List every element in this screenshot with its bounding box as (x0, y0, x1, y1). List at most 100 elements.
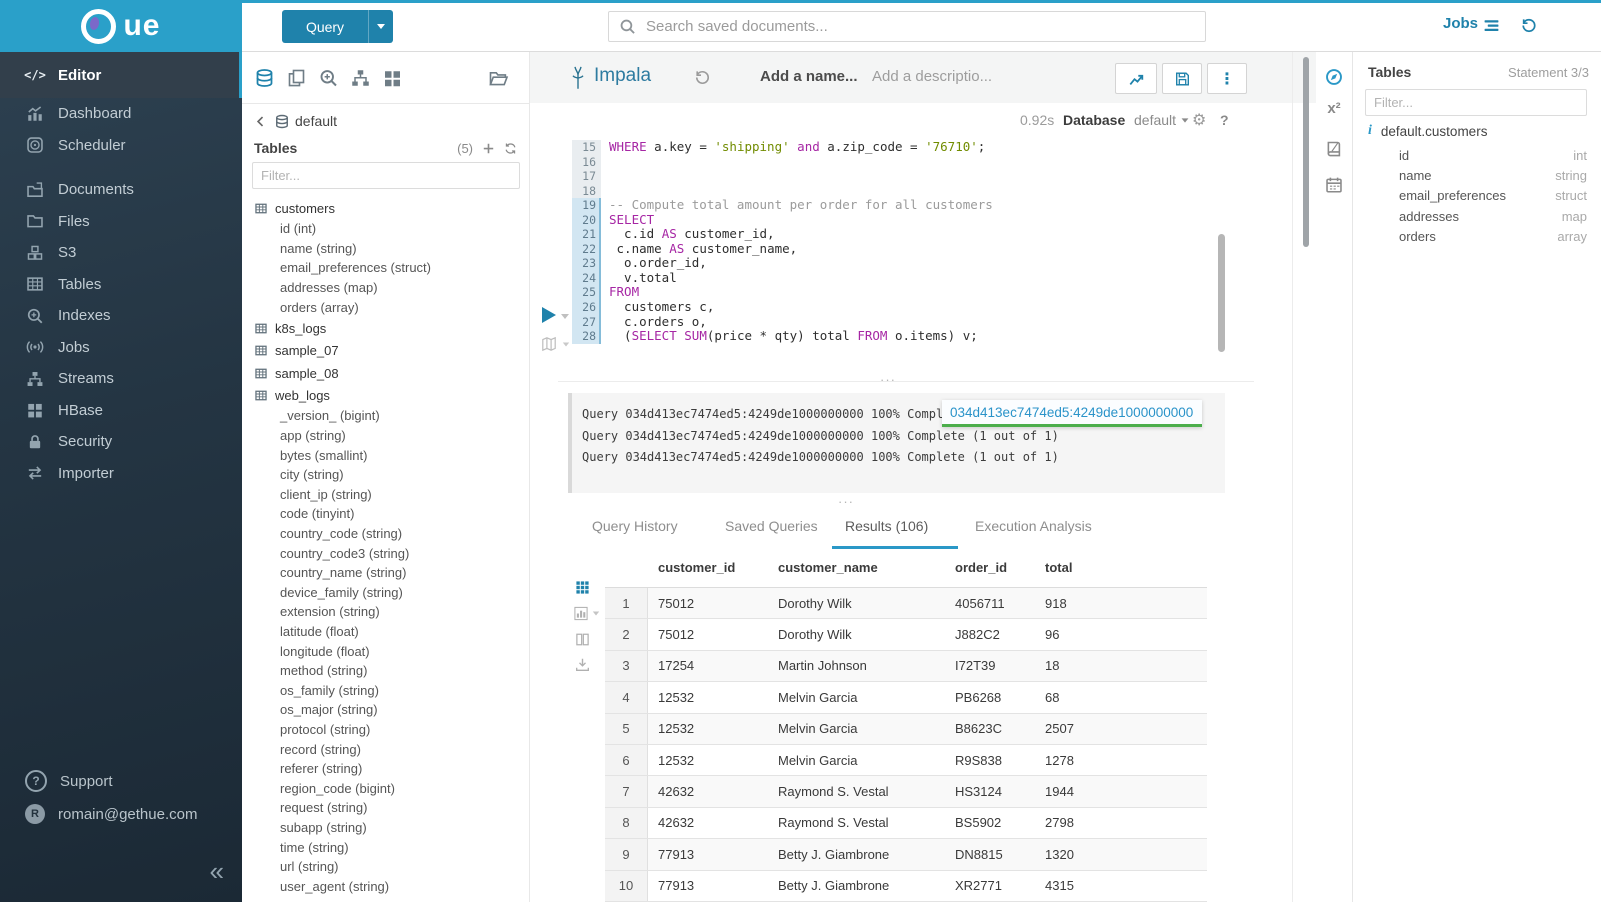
column-entry[interactable]: _version_ (bigint) (254, 406, 529, 426)
tab-results-106[interactable]: Results (106) (845, 518, 928, 534)
column-entry[interactable]: method (string) (254, 661, 529, 681)
table-row[interactable]: 412532Melvin GarciaPB626868 (605, 682, 1207, 713)
database-source-icon[interactable] (254, 68, 275, 88)
columns-view-icon[interactable] (575, 632, 590, 647)
table-entry[interactable]: customers (254, 197, 529, 219)
table-entry[interactable]: sample_07 (254, 340, 529, 362)
table-entry[interactable]: sample_08 (254, 362, 529, 384)
column-entry[interactable]: subapp (string) (254, 818, 529, 838)
search-input[interactable] (644, 17, 1205, 36)
explain-button[interactable] (540, 336, 570, 352)
column-entry[interactable]: bytes (smallint) (254, 446, 529, 466)
sidebar-item-files[interactable]: Files (0, 206, 242, 238)
column-entry[interactable]: city (string) (254, 465, 529, 485)
column-entry[interactable]: user_agent (string) (254, 877, 529, 897)
help-button[interactable]: ? (1220, 112, 1229, 128)
column-entry[interactable]: code (tinyint) (254, 504, 529, 524)
right-column-entry[interactable]: namestring (1399, 165, 1587, 185)
table-row[interactable]: 612532Melvin GarciaR9S8381278 (605, 745, 1207, 776)
column-header[interactable]: customer_name (768, 560, 945, 575)
jobs-list-icon[interactable] (1482, 17, 1501, 34)
sidebar-item-dashboard[interactable]: Dashboard (0, 98, 242, 130)
active-table-entry[interactable]: i default.customers (1368, 123, 1487, 139)
folder-open-icon[interactable] (488, 68, 509, 88)
right-column-entry[interactable]: email_preferencesstruct (1399, 186, 1587, 206)
sidebar-item-importer[interactable]: Importer (0, 458, 242, 490)
assist-language-docs-icon[interactable] (1325, 140, 1343, 158)
gear-icon[interactable]: ⚙ (1192, 110, 1206, 130)
table-row[interactable]: 512532Melvin GarciaB8623C2507 (605, 714, 1207, 745)
column-entry[interactable]: country_code3 (string) (254, 544, 529, 564)
documents-source-icon[interactable] (286, 68, 307, 88)
database-selector[interactable]: default (1134, 112, 1189, 128)
table-row[interactable]: 742632Raymond S. VestalHS31241944 (605, 776, 1207, 807)
sitemap-source-icon[interactable] (350, 68, 371, 88)
search-plus-icon[interactable] (318, 68, 339, 88)
sidebar-item-editor[interactable]: </>Editor (0, 52, 242, 98)
assist-schedule-icon[interactable] (1325, 176, 1343, 194)
sidebar-item-security[interactable]: Security (0, 426, 242, 458)
chart-button[interactable] (1115, 63, 1157, 94)
sidebar-item-documents[interactable]: Documents (0, 174, 242, 206)
column-entry[interactable]: latitude (float) (254, 622, 529, 642)
column-entry[interactable]: country_code (string) (254, 524, 529, 544)
column-entry[interactable]: referer (string) (254, 759, 529, 779)
table-row[interactable]: 275012Dorothy WilkJ882C296 (605, 619, 1207, 650)
column-entry[interactable]: device_family (string) (254, 583, 529, 603)
resize-handle[interactable]: ··· (838, 495, 854, 508)
column-entry[interactable]: protocol (string) (254, 720, 529, 740)
column-entry[interactable]: extension (string) (254, 602, 529, 622)
table-row[interactable]: 842632Raymond S. VestalBS59022798 (605, 808, 1207, 839)
right-column-entry[interactable]: ordersarray (1399, 227, 1587, 247)
column-entry[interactable]: email_preferences (struct) (254, 258, 529, 278)
run-options-caret-icon[interactable] (561, 314, 569, 319)
column-entry[interactable]: record (string) (254, 740, 529, 760)
query-name-field[interactable]: Add a name... (760, 68, 858, 85)
column-header[interactable]: total (1035, 560, 1207, 575)
column-entry[interactable]: app (string) (254, 426, 529, 446)
table-row[interactable]: 175012Dorothy Wilk4056711918 (605, 588, 1207, 619)
column-entry[interactable]: region_code (bigint) (254, 779, 529, 799)
right-column-entry[interactable]: addressesmap (1399, 206, 1587, 226)
assist-explore-icon[interactable] (1325, 68, 1343, 86)
code-editor[interactable]: 15WHERE a.key = 'shipping' and a.zip_cod… (572, 140, 993, 344)
table-row[interactable]: 977913Betty J. GiambroneDN88151320 (605, 839, 1207, 870)
engine-name[interactable]: Impala (594, 65, 651, 87)
column-entry[interactable]: addresses (map) (254, 278, 529, 298)
column-entry[interactable]: orders (array) (254, 298, 529, 318)
tab-execution-analysis[interactable]: Execution Analysis (975, 518, 1092, 534)
assist-functions-icon[interactable]: x² (1327, 100, 1340, 117)
run-query-button[interactable] (542, 307, 556, 323)
column-entry[interactable]: client_ip (string) (254, 485, 529, 505)
column-entry[interactable]: name (string) (254, 239, 529, 259)
table-filter-input[interactable] (252, 162, 520, 189)
refresh-icon[interactable] (504, 142, 517, 155)
column-entry[interactable]: request (string) (254, 798, 529, 818)
resize-handle[interactable]: ··· (880, 373, 896, 386)
column-entry[interactable]: url (string) (254, 857, 529, 877)
new-query-button[interactable]: Query (282, 10, 393, 43)
query-history-icon[interactable] (694, 69, 711, 86)
column-entry[interactable]: country_name (string) (254, 563, 529, 583)
column-entry[interactable]: os_family (string) (254, 681, 529, 701)
hbase-source-icon[interactable] (382, 68, 403, 88)
chart-view-button[interactable] (573, 606, 600, 621)
sidebar-item-jobs[interactable]: Jobs (0, 332, 242, 364)
jobs-link[interactable]: Jobs (1443, 15, 1478, 32)
sidebar-item-hbase[interactable]: HBase (0, 395, 242, 427)
table-row[interactable]: 317254Martin JohnsonI72T3918 (605, 651, 1207, 682)
sidebar-item-s3[interactable]: S3 (0, 237, 242, 269)
sidebar-item-indexes[interactable]: Indexes (0, 300, 242, 332)
database-breadcrumb[interactable]: default (254, 113, 337, 129)
query-id-popover[interactable]: 034d413ec7474ed5:4249de1000000000 (942, 400, 1202, 427)
grid-view-icon[interactable] (575, 580, 590, 595)
tab-query-history[interactable]: Query History (592, 518, 678, 534)
tab-saved-queries[interactable]: Saved Queries (725, 518, 818, 534)
hue-logo[interactable]: ue (0, 0, 242, 52)
table-row[interactable]: 1077913Betty J. GiambroneXR27714315 (605, 871, 1207, 902)
column-entry[interactable]: time (string) (254, 838, 529, 858)
kebab-menu-button[interactable]: ⋮ (1207, 63, 1247, 94)
column-header[interactable]: order_id (945, 560, 1035, 575)
column-entry[interactable]: id (int) (254, 219, 529, 239)
query-description-field[interactable]: Add a descriptio... (872, 68, 992, 85)
